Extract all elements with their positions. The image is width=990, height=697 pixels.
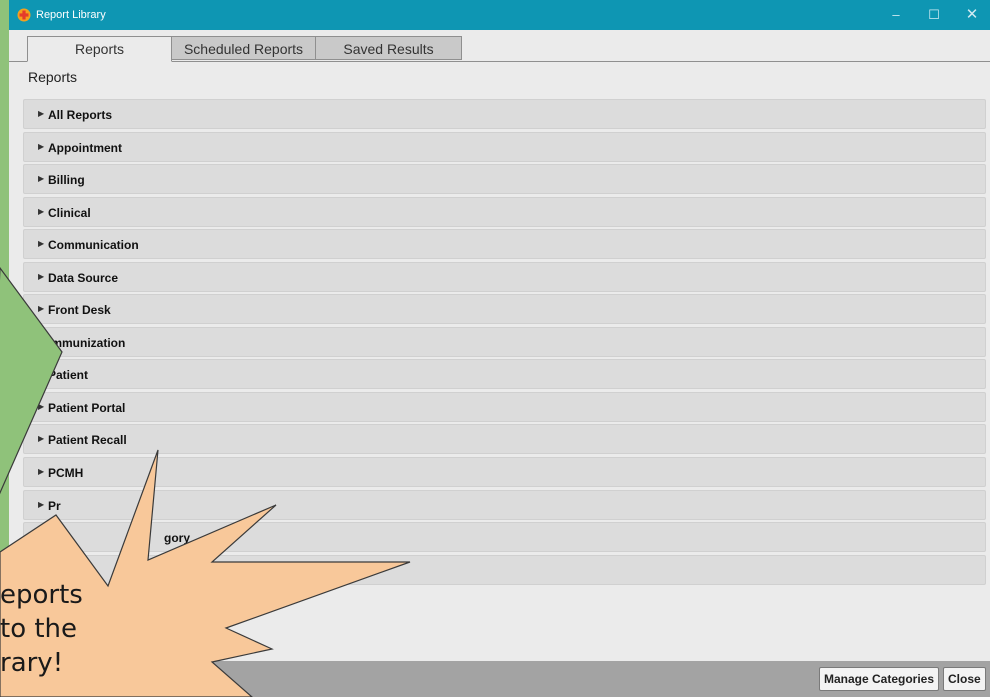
tab-reports[interactable]: Reports <box>27 36 172 62</box>
title-bar[interactable]: Report Library – ☐ ✕ <box>9 0 990 30</box>
category-row-patient[interactable]: ▶ Patient <box>23 359 986 390</box>
category-row-patient-portal[interactable]: ▶ Patient Portal <box>23 391 986 422</box>
expand-caret-icon: ▶ <box>38 434 45 444</box>
category-row-blank[interactable] <box>23 554 986 585</box>
tab-scheduled-reports[interactable]: Scheduled Reports <box>171 36 316 60</box>
category-label: gory <box>164 531 191 546</box>
tab-saved-results[interactable]: Saved Results <box>315 36 462 60</box>
category-label: Patient <box>48 368 89 383</box>
category-label: Billing <box>48 173 85 188</box>
category-label: All Reports <box>48 108 113 122</box>
expand-caret-icon: ▶ <box>38 206 45 216</box>
expand-caret-icon: ▶ <box>38 401 45 411</box>
category-label: Immunization <box>48 335 126 350</box>
category-row-all-reports[interactable]: ▶ All Reports <box>23 99 986 129</box>
expand-caret-icon: ▶ <box>38 174 45 184</box>
expand-caret-icon: ▶ <box>38 239 45 249</box>
report-library-window: Report Library – ☐ ✕ Reports Scheduled R… <box>9 0 990 697</box>
manage-categories-button[interactable]: Manage Categories <box>819 667 940 691</box>
minimize-button[interactable]: – <box>877 0 915 30</box>
category-row-front-desk[interactable]: ▶ Front Desk <box>23 294 986 325</box>
category-label: Patient Portal <box>48 400 126 415</box>
app-plus-icon <box>17 8 31 22</box>
category-label: Clinical <box>48 205 91 220</box>
expand-caret-icon: ▶ <box>38 336 45 346</box>
category-label: Communication <box>48 238 139 253</box>
close-window-button[interactable]: ✕ <box>953 0 990 30</box>
expand-caret-icon: ▶ <box>38 499 45 509</box>
category-list: ▶ All Reports ▶ Appointment ▶ Billing ▶ Clin… <box>23 99 986 587</box>
category-row-immunization[interactable]: ▶ Immunization <box>23 326 986 357</box>
category-label: Appointment <box>48 140 122 155</box>
expand-caret-icon: ▶ <box>38 369 45 379</box>
expand-caret-icon: ▶ <box>38 141 45 151</box>
expand-caret-icon: ▶ <box>38 467 45 477</box>
expand-caret-icon: ▶ <box>38 304 45 314</box>
section-title: Reports <box>28 69 78 85</box>
close-button[interactable]: Close <box>943 667 986 691</box>
category-row-billing[interactable]: ▶ Billing <box>23 164 986 195</box>
category-label: Pr <box>48 498 61 513</box>
category-row-pr[interactable]: ▶ Pr <box>23 489 986 520</box>
category-row-clinical[interactable]: ▶ Clinical <box>23 196 986 227</box>
category-label: Front Desk <box>48 303 111 318</box>
category-row-data-source[interactable]: ▶ Data Source <box>23 261 986 292</box>
category-row-communication[interactable]: ▶ Communication <box>23 229 986 260</box>
tab-strip: Reports Scheduled Reports Saved Results <box>9 36 990 62</box>
category-label: PCMH <box>48 466 84 481</box>
category-row-pcmh[interactable]: ▶ PCMH <box>23 457 986 488</box>
category-label: Data Source <box>48 270 119 285</box>
category-row-patient-recall[interactable]: ▶ Patient Recall <box>23 424 986 455</box>
window-title: Report Library <box>36 9 106 21</box>
category-label: Patient Recall <box>48 433 127 448</box>
expand-caret-icon: ▶ <box>38 109 45 118</box>
category-row-category[interactable]: gory <box>23 522 986 553</box>
expand-caret-icon: ▶ <box>38 271 45 281</box>
maximize-button[interactable]: ☐ <box>915 0 953 30</box>
footer-bar: Manage Categories Close <box>9 661 990 697</box>
category-row-appointment[interactable]: ▶ Appointment <box>23 131 986 162</box>
